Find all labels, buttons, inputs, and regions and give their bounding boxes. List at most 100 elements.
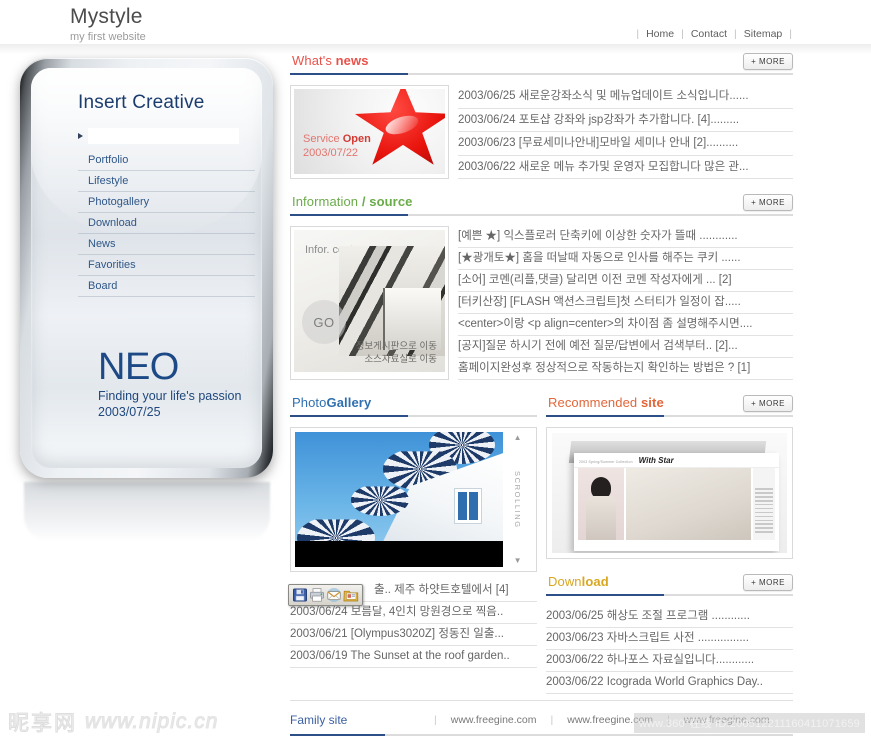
sidebar-item-favorities[interactable]: Favorities — [78, 255, 255, 276]
sidebar-item-board[interactable]: Board — [78, 276, 255, 297]
list-item[interactable]: 2003/06/19 The Sunset at the roof garden… — [290, 646, 537, 668]
email-icon[interactable] — [326, 587, 342, 603]
sidebar-item-lifestyle[interactable]: Lifestyle — [78, 171, 255, 192]
ie-image-toolbar[interactable] — [288, 584, 363, 606]
information-link[interactable]: [예쁜 ★] 익스플로러 단축키에 이상한 숫자가 뜰때 ...........… — [458, 226, 793, 247]
sidebar-line — [755, 500, 773, 502]
sidebar-line — [755, 507, 773, 510]
download-link[interactable]: 2003/06/22 하나포스 자료실입니다............ — [546, 650, 793, 671]
info-link-board[interactable]: 정보게시판으로 이동 — [356, 340, 437, 353]
section-title-bold: site — [640, 395, 664, 410]
download-link[interactable]: 2003/06/22 Icograda World Graphics Day.. — [546, 672, 793, 693]
scroll-up-icon[interactable]: ▲ — [514, 434, 522, 442]
section-title-information: Information / source — [292, 193, 413, 211]
section-title-photogallery: PhotoGallery — [292, 394, 371, 412]
sidebar-item-portfolio[interactable]: Portfolio — [78, 150, 255, 171]
list-item[interactable]: [예쁜 ★] 익스플로러 단축키에 이상한 숫자가 뜰때 ...........… — [458, 226, 793, 248]
news-thumbnail[interactable]: Service Open 2003/07/22 — [290, 85, 449, 179]
magazine-image: 2003 Spring/Summer Collection With Star — [552, 433, 787, 553]
scroll-down-icon[interactable]: ▼ — [514, 557, 522, 565]
information-link[interactable]: <center>이랑 <p align=center>의 차이점 좀 설명해주시… — [458, 314, 793, 335]
news-link[interactable]: 2003/06/22 새로운 메뉴 추가및 운영자 모집합니다 많은 관... — [458, 156, 793, 179]
link-separator: | — [434, 714, 437, 726]
section-title-bold: / source — [361, 194, 413, 209]
caption-bold: Open — [342, 133, 371, 145]
sidebar-item-news[interactable]: News — [78, 234, 255, 255]
list-item[interactable]: 2003/06/23 자바스크립트 사전 ................ — [546, 628, 793, 650]
list-item[interactable]: 2003/06/22 Icograda World Graphics Day.. — [546, 672, 793, 694]
list-item[interactable]: [공지]질문 하시기 전에 예전 질문/답변에서 검색부터.. [2]... — [458, 336, 793, 358]
information-link[interactable]: [공지]질문 하시기 전에 예전 질문/답변에서 검색부터.. [2]... — [458, 336, 793, 357]
news-link[interactable]: 2003/06/23 [무료세미나안내]모바일 세미나 안내 [2]......… — [458, 132, 793, 155]
nav-item-home[interactable]: Home — [646, 28, 674, 40]
magazine-title: With Star — [638, 456, 674, 465]
information-row: Infor. center GO 정보게시판으로 이동 소스자료실로 이동 [예… — [290, 226, 793, 380]
sidebar-item-label[interactable]: News — [78, 234, 255, 254]
more-button-download[interactable]: + MORE — [743, 574, 793, 591]
gallery-scrollbar[interactable]: ▲ SCROLLING ▼ — [503, 432, 532, 567]
blue-window — [455, 489, 482, 523]
list-item[interactable]: [소어] 코멘(리플,댓글) 달리면 이전 코멘 작성자에게 ... [2] — [458, 270, 793, 292]
download-link[interactable]: 2003/06/23 자바스크립트 사전 ................ — [546, 628, 793, 649]
search-input[interactable] — [88, 128, 239, 144]
right-column: Recommended site + MORE 2003 Spring/Summ… — [546, 394, 793, 694]
section-title-bold: Gallery — [326, 395, 372, 410]
list-item[interactable]: 2003/06/24 포토샵 강좌와 jsp강좌가 추가합니다. [4]....… — [458, 109, 793, 132]
list-item[interactable]: <center>이랑 <p align=center>의 차이점 좀 설명해주시… — [458, 314, 793, 336]
sidebar-item-label[interactable]: Portfolio — [78, 150, 255, 170]
nipic-watermark: 昵享网 www.nipic.cn — [8, 707, 218, 737]
sidebar-item-label[interactable]: Lifestyle — [78, 171, 255, 191]
print-icon[interactable] — [309, 587, 325, 603]
sidebar-item-photogallery[interactable]: Photogallery — [78, 192, 255, 213]
information-link[interactable]: [터키산장] [FLASH 액션스크립트]첫 스터티가 일정이 잡..... — [458, 292, 793, 313]
nav-item-contact[interactable]: Contact — [691, 28, 727, 40]
more-button-recommended[interactable]: + MORE — [743, 395, 793, 412]
download-link[interactable]: 2003/06/25 해상도 조절 프로그램 ............ — [546, 606, 793, 627]
open-folder-icon[interactable] — [343, 587, 359, 603]
gallery-link[interactable]: 2003/06/19 The Sunset at the roof garden… — [290, 646, 537, 667]
photogallery-list-wrap: 출.. 제주 하얏트호텔에서 [4] 2003/06/24 보름달, 4인치 망… — [288, 580, 537, 668]
sidebar-line — [755, 503, 773, 506]
list-item[interactable]: 홈페이지완성후 정상적으로 작동하는지 확인하는 방법은 ? [1] — [458, 358, 793, 380]
list-item[interactable]: [터키산장] [FLASH 액션스크립트]첫 스터티가 일정이 잡..... — [458, 292, 793, 314]
sidebar-panel: Insert Creative Portfolio Lifestyle Phot… — [20, 58, 273, 478]
news-link[interactable]: 2003/06/25 새로운강좌소식 및 메뉴업데이트 소식입니다...... — [458, 85, 793, 108]
news-thumb-caption: Service Open 2003/07/22 — [303, 132, 371, 160]
sidebar-line — [755, 492, 773, 494]
list-item[interactable]: 2003/06/22 하나포스 자료실입니다............ — [546, 650, 793, 672]
news-link[interactable]: 2003/06/24 포토샵 강좌와 jsp강좌가 추가합니다. [4]....… — [458, 109, 793, 132]
garment-photo — [626, 468, 751, 540]
information-thumbnail[interactable]: Infor. center GO 정보게시판으로 이동 소스자료실로 이동 — [290, 226, 449, 380]
information-link[interactable]: [소어] 코멘(리플,댓글) 달리면 이전 코멘 작성자에게 ... [2] — [458, 270, 793, 291]
section-title-plain: Photo — [292, 395, 327, 410]
list-item[interactable]: 2003/06/25 해상도 조절 프로그램 ............ — [546, 606, 793, 628]
recommended-thumbnail[interactable]: 2003 Spring/Summer Collection With Star — [546, 427, 793, 559]
nav-item-sitemap[interactable]: Sitemap — [744, 28, 783, 40]
go-button[interactable]: GO — [302, 300, 346, 344]
sidebar-item-label[interactable]: Download — [78, 213, 255, 233]
gallery-photo[interactable] — [295, 432, 504, 567]
gallery-link[interactable]: 2003/06/21 [Olympus3020Z] 정동진 일출... — [290, 624, 537, 645]
list-item[interactable]: 2003/06/25 새로운강좌소식 및 메뉴업데이트 소식입니다...... — [458, 85, 793, 109]
sidebar-item-label[interactable]: Board — [78, 276, 255, 296]
save-icon[interactable] — [292, 587, 308, 603]
more-button-information[interactable]: + MORE — [743, 194, 793, 211]
information-link[interactable]: 홈페이지완성후 정상적으로 작동하는지 확인하는 방법은 ? [1] — [458, 358, 793, 379]
sidebar-item-download[interactable]: Download — [78, 213, 255, 234]
sidebar-item-label[interactable]: Photogallery — [78, 192, 255, 212]
photogallery-viewer: ▲ SCROLLING ▼ — [290, 427, 537, 572]
device-reflection — [24, 482, 270, 542]
list-item[interactable]: [★광개토★] 홈을 떠날때 자동으로 인사를 해주는 쿠키 ...... — [458, 248, 793, 270]
nav-separator: | — [789, 28, 792, 40]
more-button-news[interactable]: + MORE — [743, 53, 793, 70]
sidebar-line — [755, 515, 773, 518]
device-brand-name: NEO — [98, 346, 179, 388]
list-item[interactable]: 2003/06/21 [Olympus3020Z] 정동진 일출... — [290, 624, 537, 646]
sidebar-item-label[interactable]: Favorities — [78, 255, 255, 275]
list-item[interactable]: 2003/06/23 [무료세미나안내]모바일 세미나 안내 [2]......… — [458, 132, 793, 156]
family-link-1[interactable]: www.freegine.com — [451, 714, 537, 726]
list-item[interactable]: 2003/06/22 새로운 메뉴 추가및 운영자 모집합니다 많은 관... — [458, 156, 793, 179]
nav-separator: | — [734, 28, 737, 40]
information-link[interactable]: [★광개토★] 홈을 떠날때 자동으로 인사를 해주는 쿠키 ...... — [458, 248, 793, 269]
info-link-source[interactable]: 소스자료실로 이동 — [356, 353, 437, 366]
